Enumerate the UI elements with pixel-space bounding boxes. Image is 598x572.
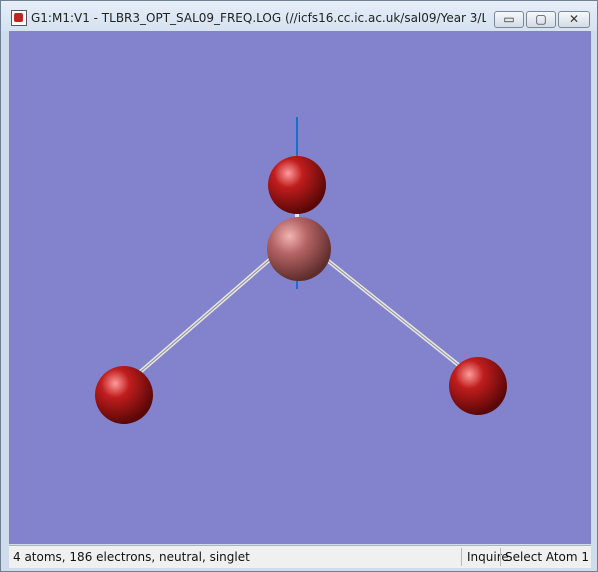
- atom-br-left[interactable]: [95, 366, 153, 424]
- status-divider: [461, 548, 462, 566]
- minimize-button[interactable]: ▭: [494, 11, 524, 28]
- status-bar: 4 atoms, 186 electrons, neutral, singlet…: [9, 545, 591, 568]
- window-title: G1:M1:V1 - TLBR3_OPT_SAL09_FREQ.LOG (//i…: [31, 11, 486, 25]
- title-bar[interactable]: G1:M1:V1 - TLBR3_OPT_SAL09_FREQ.LOG (//i…: [1, 1, 597, 31]
- mode-indicator: Inquire: [467, 550, 509, 564]
- close-button[interactable]: ✕: [558, 11, 590, 28]
- selection-prompt: Select Atom 1: [505, 550, 590, 564]
- maximize-button[interactable]: ▢: [526, 11, 556, 28]
- molecule-summary: 4 atoms, 186 electrons, neutral, singlet: [13, 550, 250, 564]
- molecule-viewport[interactable]: [9, 31, 591, 544]
- gaussview-window: G1:M1:V1 - TLBR3_OPT_SAL09_FREQ.LOG (//i…: [0, 0, 598, 572]
- molecule-canvas[interactable]: [9, 31, 591, 544]
- status-divider: [500, 548, 501, 566]
- molecule-document-icon[interactable]: [11, 10, 27, 26]
- atom-tl-center[interactable]: [267, 217, 331, 281]
- atom-br-right[interactable]: [449, 357, 507, 415]
- atom-br-top[interactable]: [268, 156, 326, 214]
